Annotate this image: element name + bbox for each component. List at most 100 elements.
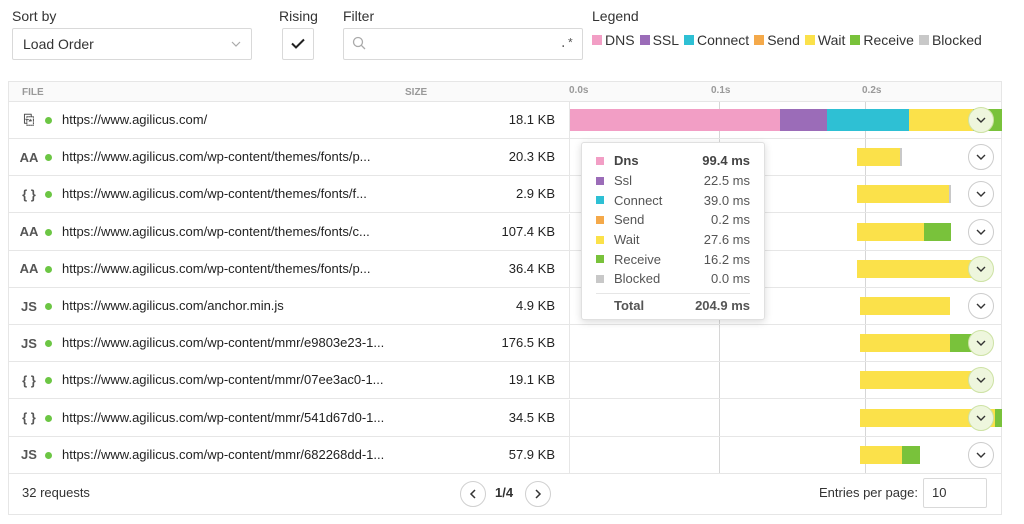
legend-label-text: Connect bbox=[697, 32, 750, 48]
timing-bar-blocked[interactable] bbox=[949, 185, 951, 204]
tooltip-value: 22.5 ms bbox=[703, 173, 750, 189]
expand-button[interactable] bbox=[968, 293, 994, 319]
legend-swatch bbox=[918, 35, 929, 45]
timing-bar-ssl[interactable] bbox=[780, 109, 827, 131]
tooltip-total-value: 204.9 ms bbox=[695, 297, 750, 313]
request-url[interactable]: https://www.agilicus.com/wp-content/mmr/… bbox=[62, 410, 384, 425]
table-row[interactable]: ⎘ https://www.agilicus.com/18.1 KB bbox=[9, 102, 1002, 139]
expand-button[interactable] bbox=[968, 404, 994, 431]
entries-per-page-input[interactable]: 10 bbox=[923, 478, 987, 508]
chevron-down-icon bbox=[976, 229, 986, 235]
timing-tooltip: Dns 99.4 ms Ssl 22.5 ms Connect 39.0 ms Send 0.… bbox=[581, 142, 765, 320]
request-url[interactable]: https://www.agilicus.com/wp-content/mmr/… bbox=[62, 372, 384, 387]
expand-button[interactable] bbox=[968, 107, 994, 133]
timing-bar-connect[interactable] bbox=[827, 109, 909, 131]
tooltip-total-label: Total bbox=[614, 297, 645, 313]
tooltip-row: Wait 27.6 ms bbox=[596, 230, 750, 250]
legend-swatch bbox=[592, 35, 602, 45]
chevron-down-icon bbox=[976, 154, 986, 161]
table-row[interactable]: { } https://www.agilicus.com/wp-content/m… bbox=[9, 399, 1002, 437]
expand-button[interactable] bbox=[968, 255, 994, 282]
expand-button[interactable] bbox=[968, 441, 994, 468]
tooltip-value: 0.0 ms bbox=[710, 271, 750, 287]
json-icon: { } bbox=[22, 372, 36, 388]
table-row[interactable]: JS https://www.agilicus.com/anchor.min.js… bbox=[9, 288, 1001, 325]
timing-bar-wait[interactable] bbox=[860, 334, 950, 353]
tooltip-row: Connect 39.0 ms bbox=[596, 190, 750, 210]
filter-field[interactable]: .* bbox=[343, 28, 583, 60]
tooltip-phase: Receive bbox=[614, 251, 661, 267]
chevron-down-icon bbox=[976, 377, 986, 384]
legend-label-text: SSL bbox=[652, 32, 680, 48]
tooltip-phase: Send bbox=[614, 212, 645, 228]
chevron-down-icon bbox=[976, 340, 986, 347]
size-column-header[interactable]: SIZE bbox=[405, 87, 427, 98]
table-row[interactable]: AA https://www.agilicus.com/wp-content/th… bbox=[9, 250, 1001, 288]
table-row[interactable]: JS https://www.agilicus.com/wp-content/mm… bbox=[9, 325, 1001, 363]
expand-button[interactable] bbox=[968, 330, 994, 357]
sort-select[interactable]: Load Order bbox=[12, 28, 252, 60]
table-row[interactable]: AA https://www.agilicus.com/wp-content/th… bbox=[9, 213, 1001, 251]
chevron-down-icon bbox=[976, 303, 986, 309]
timing-bar-receive[interactable] bbox=[902, 445, 920, 464]
rising-checkbox[interactable] bbox=[282, 28, 314, 60]
timing-bar-wait[interactable] bbox=[860, 371, 985, 390]
sort-value: Load Order bbox=[23, 36, 94, 52]
legend-label-text: Blocked bbox=[931, 32, 982, 48]
file-column-header[interactable]: FILE bbox=[22, 87, 44, 98]
timing-bar-wait[interactable] bbox=[909, 109, 973, 131]
timeline-tick: 0.1s bbox=[711, 85, 731, 96]
script-icon: JS bbox=[21, 447, 37, 463]
request-size: 2.9 KB bbox=[515, 186, 555, 202]
request-url[interactable]: https://www.agilicus.com/wp-content/mmr/… bbox=[62, 335, 384, 350]
table-row[interactable]: { } https://www.agilicus.com/wp-content/t… bbox=[9, 176, 1001, 214]
request-url[interactable]: https://www.agilicus.com/wp-content/them… bbox=[62, 149, 371, 164]
request-url[interactable]: https://www.agilicus.com/wp-content/them… bbox=[62, 224, 370, 239]
tooltip-row: Ssl 22.5 ms bbox=[596, 171, 750, 191]
prev-page-button[interactable] bbox=[460, 481, 486, 507]
expand-button[interactable] bbox=[968, 144, 994, 171]
font-icon: AA bbox=[19, 261, 39, 277]
next-page-button[interactable] bbox=[525, 481, 551, 507]
timing-bar-receive[interactable] bbox=[995, 408, 1002, 427]
timing-bar-receive[interactable] bbox=[924, 222, 951, 241]
timing-bar-dns[interactable] bbox=[570, 109, 780, 131]
table-header: FILE SIZE 0.0s 0.1s 0.2s bbox=[9, 82, 1001, 102]
timing-bar-blocked[interactable] bbox=[900, 148, 902, 167]
tooltip-total: Total 204.9 ms bbox=[596, 292, 750, 313]
timing-bar-wait[interactable] bbox=[857, 222, 924, 241]
tooltip-swatch bbox=[596, 274, 604, 283]
legend-swatch bbox=[639, 35, 650, 45]
request-url[interactable]: https://www.agilicus.com/wp-content/them… bbox=[62, 186, 367, 201]
tooltip-row: Dns 99.4 ms bbox=[596, 151, 750, 171]
regex-toggle[interactable]: .* bbox=[560, 37, 574, 51]
entries-per-page-label: Entries per page: bbox=[819, 485, 919, 500]
table-row[interactable]: { } https://www.agilicus.com/wp-content/m… bbox=[9, 362, 1001, 400]
legend-swatch bbox=[754, 35, 765, 45]
timeline-cell bbox=[569, 325, 1001, 362]
request-url[interactable]: https://www.agilicus.com/wp-content/mmr/… bbox=[62, 447, 384, 462]
font-icon: AA bbox=[19, 149, 39, 165]
table-row[interactable]: AA https://www.agilicus.com/wp-content/th… bbox=[9, 139, 1001, 177]
timing-bar-wait[interactable] bbox=[857, 185, 949, 204]
timing-bar-wait[interactable] bbox=[860, 445, 902, 464]
request-url[interactable]: https://www.agilicus.com/ bbox=[62, 112, 207, 127]
request-url[interactable]: https://www.agilicus.com/wp-content/them… bbox=[62, 261, 371, 276]
filter-input[interactable] bbox=[372, 35, 560, 53]
timing-bar-wait[interactable] bbox=[860, 297, 950, 315]
legend-swatch bbox=[850, 35, 861, 45]
legend-swatch bbox=[804, 35, 815, 45]
rising-label: Rising bbox=[279, 8, 318, 24]
legend-item: DNS bbox=[592, 32, 635, 48]
tooltip-row: Blocked 0.0 ms bbox=[596, 269, 750, 289]
page-icon: ⎘ bbox=[23, 112, 35, 127]
check-icon bbox=[291, 37, 305, 52]
sort-label: Sort by bbox=[12, 8, 57, 24]
status-dot bbox=[45, 154, 52, 162]
table-row[interactable]: JS https://www.agilicus.com/wp-content/mm… bbox=[9, 436, 1001, 474]
request-url[interactable]: https://www.agilicus.com/anchor.min.js bbox=[62, 298, 284, 313]
legend-item: Blocked bbox=[918, 32, 982, 48]
expand-button[interactable] bbox=[968, 218, 994, 245]
tooltip-swatch bbox=[596, 255, 604, 264]
timing-bar-wait[interactable] bbox=[857, 148, 900, 167]
